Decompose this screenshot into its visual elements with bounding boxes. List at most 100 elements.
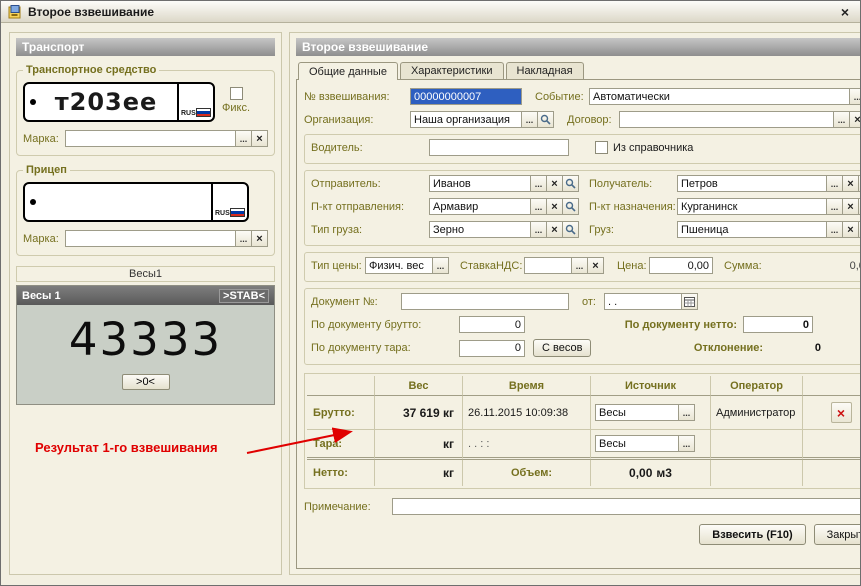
doc-date-calendar-button[interactable]: [681, 293, 698, 310]
plate-region-code: RUS: [215, 210, 230, 217]
cargo-type-search-button[interactable]: [562, 221, 579, 238]
delete-gross-button[interactable]: ×: [830, 402, 852, 423]
window-title: Второе взвешивание: [28, 4, 155, 19]
tare-actions-cell: [803, 430, 860, 460]
departure-clear-button[interactable]: ×: [546, 198, 563, 215]
cargo-clear-button[interactable]: ×: [842, 221, 859, 238]
price-type-label: Тип цены:: [311, 259, 362, 272]
org-contract-row: Организация: ... Договор: ... ×: [304, 111, 860, 128]
departure-ellipsis-button[interactable]: ...: [530, 198, 547, 215]
russia-flag-icon: [196, 108, 211, 117]
gross-source-input[interactable]: [595, 404, 679, 421]
receiver-ellipsis-button[interactable]: ...: [826, 175, 843, 192]
col-header-actions: [803, 376, 860, 396]
tab-characteristics[interactable]: Характеристики: [399, 62, 504, 79]
destination-clear-button[interactable]: ×: [842, 198, 859, 215]
trailer-marka-label: Марка:: [23, 232, 59, 245]
organization-ellipsis-button[interactable]: ...: [521, 111, 538, 128]
destination-input[interactable]: [677, 198, 827, 215]
sender-clear-button[interactable]: ×: [546, 175, 563, 192]
vehicle-marka-input[interactable]: [65, 130, 236, 147]
organization-input[interactable]: [410, 111, 522, 128]
sender-input[interactable]: [429, 175, 531, 192]
tare-weight-unit: кг: [442, 436, 454, 451]
window-close-button[interactable]: ×: [837, 4, 853, 20]
tab-invoice[interactable]: Накладная: [505, 62, 584, 79]
tare-weight-cell: кг: [375, 430, 463, 460]
vehicle-marka-label: Марка:: [23, 132, 59, 145]
trailer-marka-input[interactable]: [65, 230, 236, 247]
russia-flag-icon: [230, 208, 245, 217]
tare-source-input[interactable]: [595, 435, 679, 452]
net-actions-cell: [803, 460, 860, 486]
weigh-button[interactable]: Взвесить (F10): [699, 524, 806, 545]
vat-clear-button[interactable]: ×: [587, 257, 604, 274]
price-input[interactable]: [649, 257, 713, 274]
sender-ellipsis-button[interactable]: ...: [530, 175, 547, 192]
tab-page-general: № взвешивания: Событие: ... × Организаци…: [296, 79, 860, 569]
sender-search-button[interactable]: [562, 175, 579, 192]
gross-source-ellipsis-button[interactable]: ...: [678, 404, 695, 421]
contract-ellipsis-button[interactable]: ...: [833, 111, 850, 128]
cargo-type-ellipsis-button[interactable]: ...: [530, 221, 547, 238]
cargo-type-input[interactable]: [429, 221, 531, 238]
event-input[interactable]: [589, 88, 850, 105]
doc-date-label: от:: [582, 295, 596, 308]
magnifier-icon: [565, 201, 576, 212]
vat-input[interactable]: [524, 257, 572, 274]
departure-input[interactable]: [429, 198, 531, 215]
vehicle-license-plate[interactable]: т203ее RUS: [23, 82, 215, 122]
trailer-marka-row: Марка: ... ×: [23, 230, 268, 247]
cargo-input[interactable]: [677, 221, 827, 238]
from-catalog-checkbox[interactable]: [595, 141, 608, 154]
cargo-type-clear-button[interactable]: ×: [546, 221, 563, 238]
note-input[interactable]: [392, 498, 860, 515]
contract-input[interactable]: [619, 111, 834, 128]
driver-row: Водитель: Из справочника: [311, 139, 860, 156]
driver-input[interactable]: [429, 139, 569, 156]
vat-ellipsis-button[interactable]: ...: [571, 257, 588, 274]
doc-tare-input[interactable]: [459, 339, 525, 357]
doc-number-input[interactable]: [401, 293, 569, 310]
note-label: Примечание:: [304, 500, 371, 513]
close-button[interactable]: Закрыть: [813, 524, 860, 545]
weighing-number-input[interactable]: [410, 88, 522, 105]
plate-region-code: RUS: [181, 110, 196, 117]
contract-clear-button[interactable]: ×: [849, 111, 860, 128]
window-content: Транспорт Транспортное средство т203ее R…: [1, 23, 860, 585]
departure-search-button[interactable]: [562, 198, 579, 215]
contract-label: Договор:: [567, 113, 612, 126]
fix-block: Фикс.: [222, 82, 250, 122]
price-type-input[interactable]: [365, 257, 433, 274]
trailer-marka-clear-button[interactable]: ×: [251, 230, 268, 247]
vehicle-marka-ellipsis-button[interactable]: ...: [235, 130, 252, 147]
scale-display-header: Весы 1 >STAB<: [17, 286, 274, 305]
trailer-marka-ellipsis-button[interactable]: ...: [235, 230, 252, 247]
tare-source-cell: ...: [591, 430, 711, 460]
doc-date-input[interactable]: [604, 293, 682, 310]
sum-value: 0,00: [849, 259, 860, 272]
organization-search-button[interactable]: [537, 111, 554, 128]
fix-checkbox[interactable]: [229, 87, 243, 100]
tare-source-ellipsis-button[interactable]: ...: [678, 435, 695, 452]
cargo-ellipsis-button[interactable]: ...: [826, 221, 843, 238]
scale-zero-button[interactable]: >0<: [121, 374, 170, 390]
sender-label: Отправитель:: [311, 177, 381, 190]
calendar-icon: [684, 297, 695, 307]
transport-panel: Транспорт Транспортное средство т203ее R…: [9, 32, 282, 575]
trailer-license-plate[interactable]: RUS: [23, 182, 249, 222]
event-ellipsis-button[interactable]: ...: [849, 88, 860, 105]
receiver-clear-button[interactable]: ×: [842, 175, 859, 192]
vehicle-marka-clear-button[interactable]: ×: [251, 130, 268, 147]
trailer-plate-region-block: RUS: [211, 184, 247, 220]
doc-net-input[interactable]: [743, 316, 813, 333]
col-header-operator: Оператор: [711, 376, 803, 396]
receiver-input[interactable]: [677, 175, 827, 192]
doc-gross-input[interactable]: [459, 316, 525, 333]
vat-label: СтавкаНДС:: [460, 259, 523, 272]
price-label: Цена:: [617, 259, 647, 272]
price-type-ellipsis-button[interactable]: ...: [432, 257, 449, 274]
from-scale-button[interactable]: С весов: [533, 339, 592, 357]
destination-ellipsis-button[interactable]: ...: [826, 198, 843, 215]
tab-general[interactable]: Общие данные: [298, 62, 398, 80]
